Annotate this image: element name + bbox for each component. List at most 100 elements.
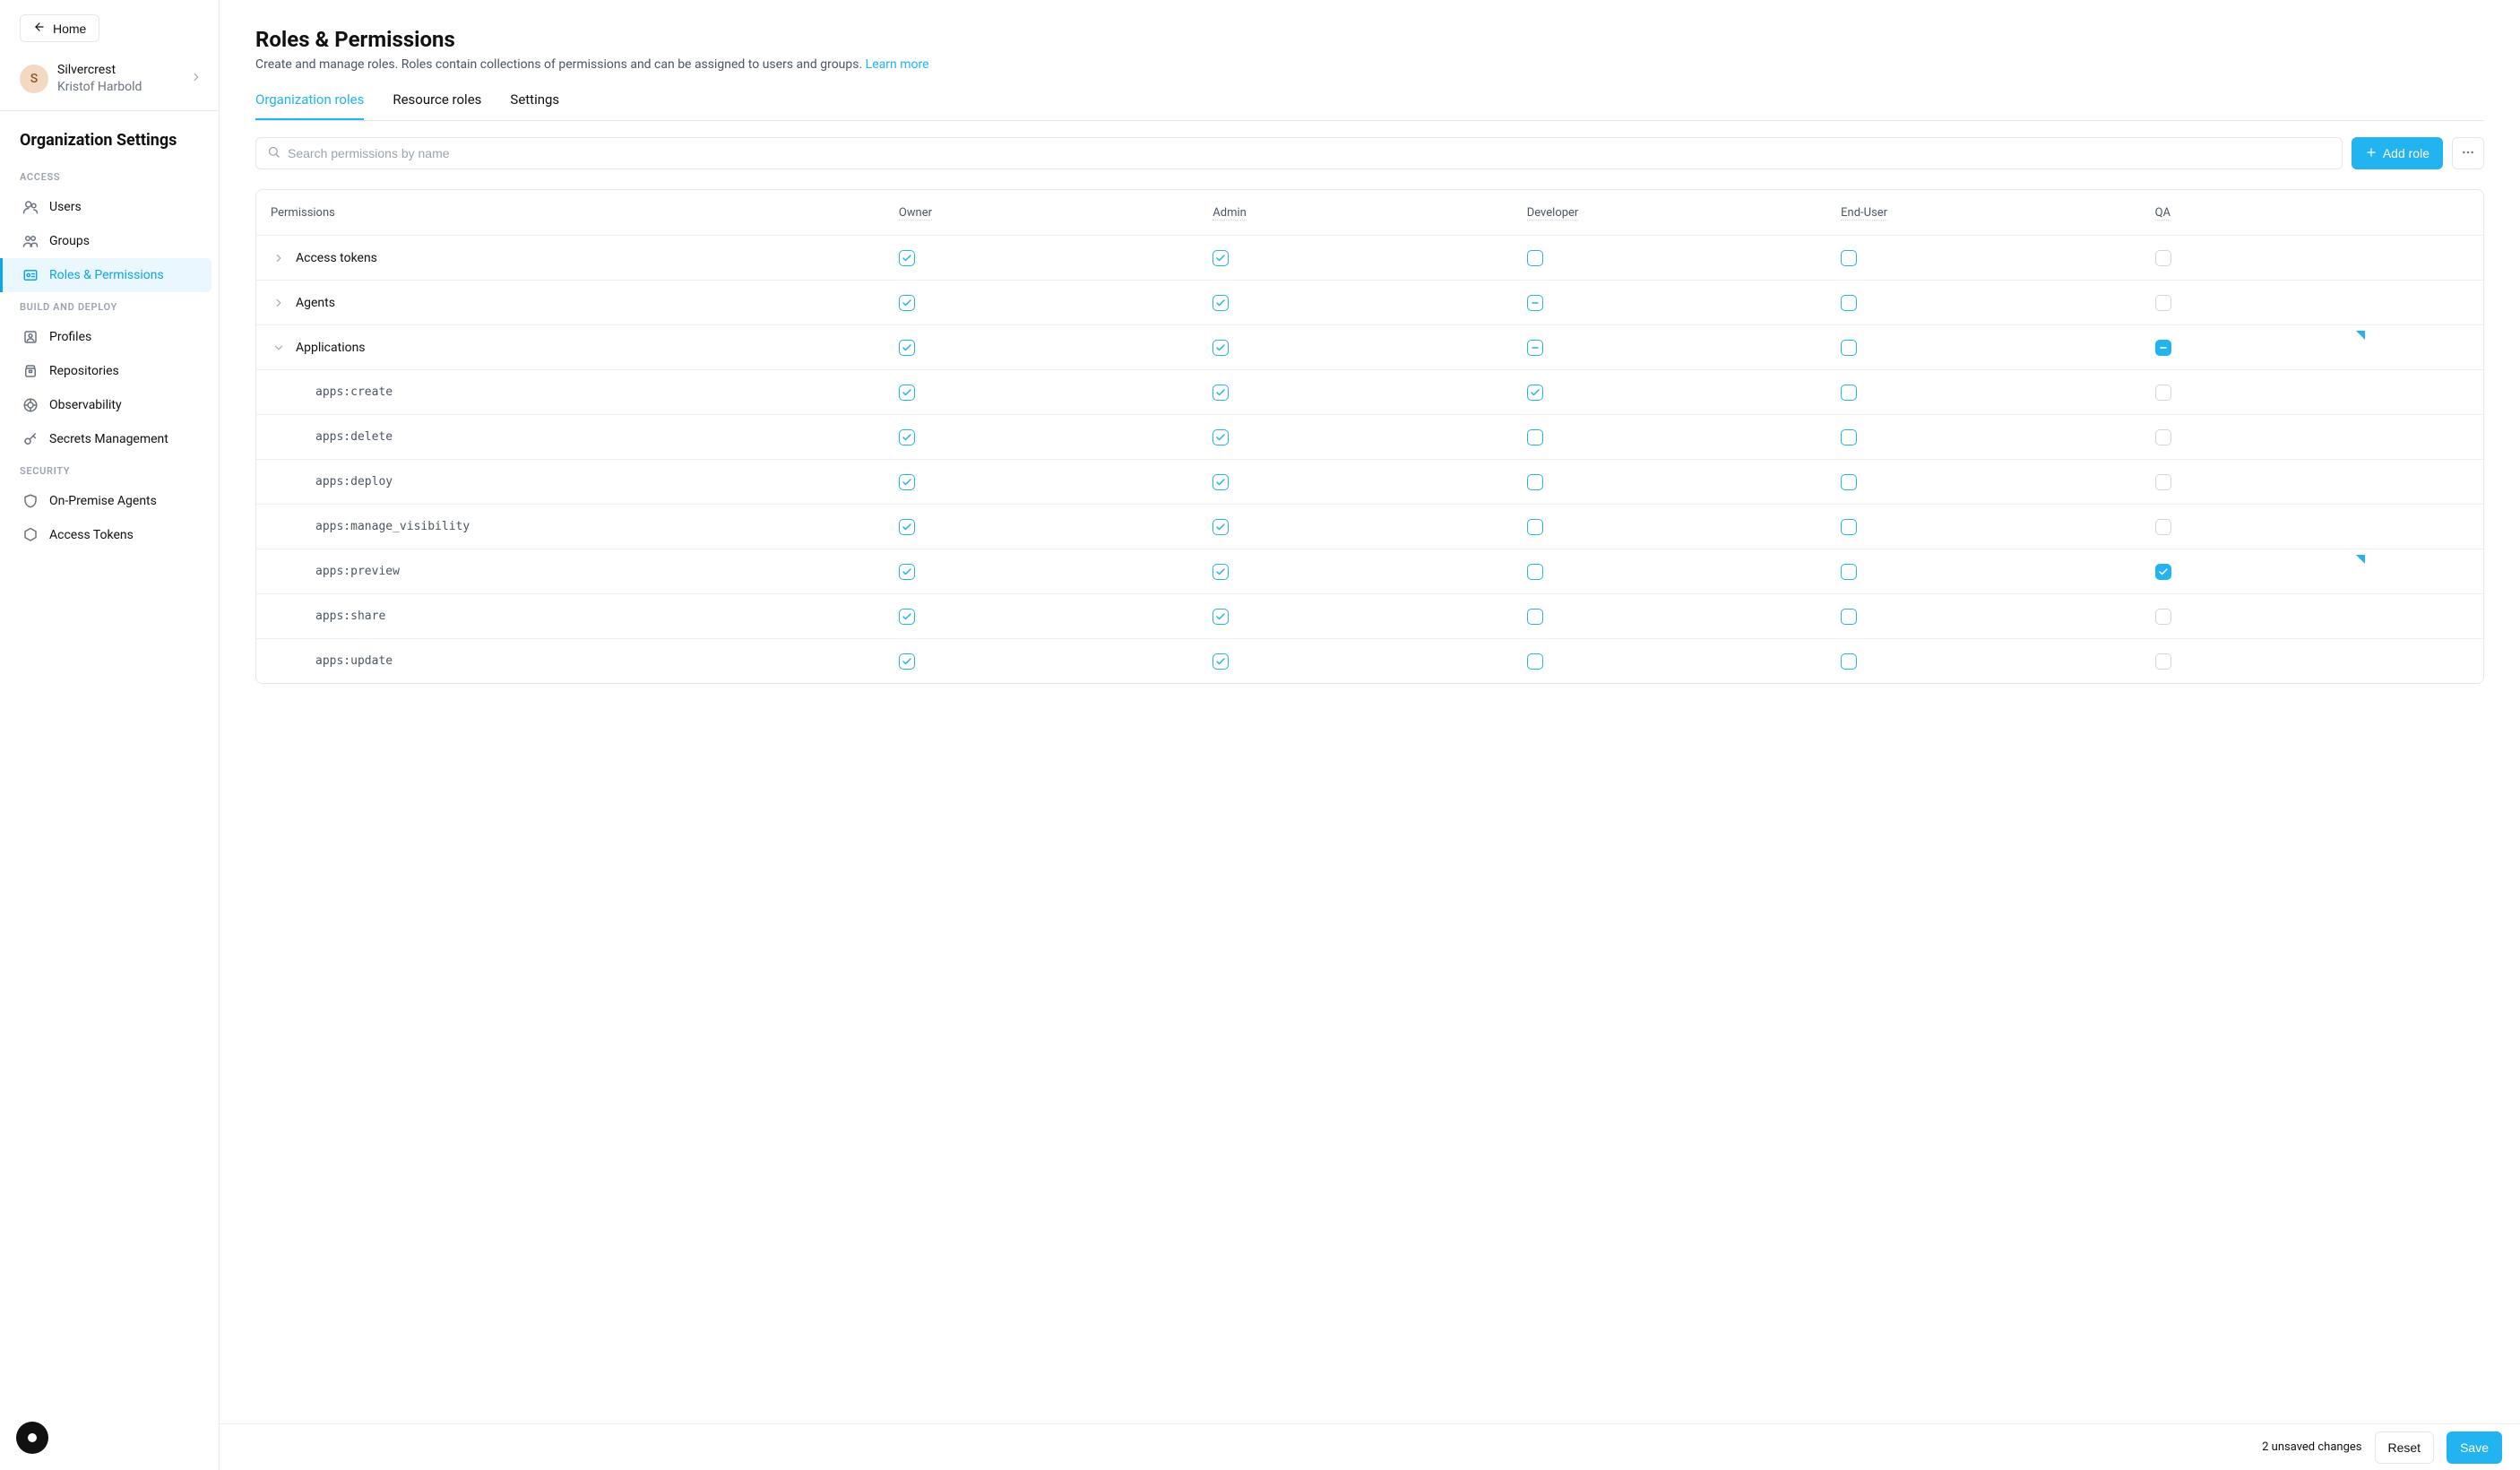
- sidebar-item-observability[interactable]: Observability: [0, 388, 211, 422]
- permission-checkbox[interactable]: [899, 474, 915, 490]
- permission-group-row: Agents: [256, 280, 2483, 324]
- permission-checkbox[interactable]: [899, 609, 915, 625]
- avatar: S: [20, 65, 48, 93]
- repo-icon: [22, 363, 39, 379]
- permission-checkbox[interactable]: [899, 340, 915, 356]
- permission-checkbox[interactable]: [1841, 519, 1857, 535]
- permission-checkbox[interactable]: [1213, 474, 1229, 490]
- permission-checkbox[interactable]: [1213, 653, 1229, 670]
- org-name: Silvercrest: [57, 62, 181, 79]
- permission-checkbox[interactable]: [1527, 250, 1543, 266]
- role-column-developer[interactable]: Developer: [1527, 206, 1579, 220]
- chevron-right-icon[interactable]: [271, 252, 287, 264]
- sidebar-item-label: Profiles: [49, 330, 91, 344]
- org-switcher[interactable]: S Silvercrest Kristof Harbold: [0, 51, 219, 110]
- permission-checkbox[interactable]: [1841, 653, 1857, 670]
- permission-checkbox[interactable]: [1841, 295, 1857, 311]
- permission-checkbox[interactable]: [1841, 250, 1857, 266]
- add-role-button[interactable]: Add role: [2352, 137, 2443, 169]
- permission-name: apps:deploy: [296, 475, 393, 489]
- home-button-label: Home: [53, 22, 86, 36]
- permission-checkbox[interactable]: [1213, 519, 1229, 535]
- permission-checkbox[interactable]: [1841, 429, 1857, 445]
- permission-checkbox[interactable]: [1527, 385, 1543, 401]
- sidebar-item-tokens[interactable]: Access Tokens: [0, 518, 211, 552]
- role-column-qa[interactable]: QA: [2155, 206, 2170, 220]
- search-input[interactable]: [288, 146, 2331, 160]
- role-column-admin[interactable]: Admin: [1213, 206, 1247, 220]
- page-title: Roles & Permissions: [255, 27, 2484, 52]
- permission-checkbox[interactable]: [2155, 429, 2171, 445]
- permission-checkbox[interactable]: [2155, 385, 2171, 401]
- permission-checkbox[interactable]: [1213, 340, 1229, 356]
- permission-checkbox[interactable]: [2155, 653, 2171, 670]
- sidebar-item-repositories[interactable]: Repositories: [0, 354, 211, 388]
- tab-resource[interactable]: Resource roles: [393, 91, 481, 120]
- chat-bubble-icon: [28, 1433, 37, 1442]
- permission-checkbox[interactable]: [1213, 429, 1229, 445]
- sidebar-item-groups[interactable]: Groups: [0, 224, 211, 258]
- permission-checkbox[interactable]: [1527, 429, 1543, 445]
- permission-checkbox[interactable]: [899, 429, 915, 445]
- sidebar-item-label: Users: [49, 200, 82, 214]
- tab-org[interactable]: Organization roles: [255, 91, 364, 120]
- permission-checkbox[interactable]: [1213, 250, 1229, 266]
- permission-checkbox[interactable]: [1527, 609, 1543, 625]
- permission-checkbox[interactable]: [2155, 609, 2171, 625]
- permission-checkbox[interactable]: [899, 519, 915, 535]
- save-button[interactable]: Save: [2447, 1431, 2502, 1464]
- users-icon: [22, 199, 39, 215]
- sidebar: Home S Silvercrest Kristof Harbold Organ…: [0, 0, 220, 1470]
- add-role-label: Add role: [2383, 146, 2429, 160]
- permission-checkbox[interactable]: [2155, 295, 2171, 311]
- permission-checkbox[interactable]: [899, 385, 915, 401]
- role-column-enduser[interactable]: End-User: [1841, 206, 1887, 220]
- sidebar-item-profiles[interactable]: Profiles: [0, 320, 211, 354]
- tab-settings[interactable]: Settings: [510, 91, 559, 120]
- permission-checkbox[interactable]: [1841, 609, 1857, 625]
- permission-checkbox[interactable]: [899, 564, 915, 580]
- permission-checkbox[interactable]: [1527, 564, 1543, 580]
- permission-checkbox[interactable]: [1841, 340, 1857, 356]
- permission-checkbox[interactable]: [1527, 295, 1543, 311]
- chevron-down-icon[interactable]: [271, 342, 287, 354]
- reset-button[interactable]: Reset: [2375, 1431, 2435, 1464]
- sidebar-item-secrets[interactable]: Secrets Management: [0, 422, 211, 456]
- permission-checkbox[interactable]: [1841, 385, 1857, 401]
- chevron-right-icon[interactable]: [271, 297, 287, 309]
- permission-checkbox[interactable]: [899, 295, 915, 311]
- permission-checkbox[interactable]: [1527, 519, 1543, 535]
- permission-name: apps:update: [296, 654, 393, 668]
- more-actions-button[interactable]: [2452, 137, 2484, 169]
- role-column-owner[interactable]: Owner: [899, 206, 932, 220]
- help-fab[interactable]: [16, 1422, 48, 1454]
- permission-checkbox[interactable]: [899, 653, 915, 670]
- permission-name: apps:share: [296, 610, 385, 623]
- sidebar-item-users[interactable]: Users: [0, 190, 211, 224]
- arrow-left-icon: [33, 21, 46, 36]
- permission-checkbox[interactable]: [1213, 385, 1229, 401]
- permission-checkbox[interactable]: [2155, 340, 2171, 356]
- permission-name: apps:preview: [296, 565, 400, 578]
- permission-checkbox[interactable]: [2155, 519, 2171, 535]
- sidebar-item-roles[interactable]: Roles & Permissions: [0, 258, 211, 292]
- home-button[interactable]: Home: [20, 14, 99, 42]
- search-input-wrap[interactable]: [255, 137, 2343, 169]
- permission-checkbox[interactable]: [1213, 609, 1229, 625]
- permission-checkbox[interactable]: [2155, 564, 2171, 580]
- permission-checkbox[interactable]: [1841, 564, 1857, 580]
- permission-checkbox[interactable]: [1527, 474, 1543, 490]
- permission-checkbox[interactable]: [2155, 474, 2171, 490]
- permission-checkbox[interactable]: [1213, 564, 1229, 580]
- sidebar-heading: Organization Settings: [0, 111, 219, 162]
- permission-checkbox[interactable]: [1527, 340, 1543, 356]
- user-name: Kristof Harbold: [57, 79, 181, 96]
- permission-checkbox[interactable]: [1841, 474, 1857, 490]
- permission-checkbox[interactable]: [1213, 295, 1229, 311]
- permission-checkbox[interactable]: [1527, 653, 1543, 670]
- permission-group-row: Applications: [256, 324, 2483, 369]
- permission-checkbox[interactable]: [2155, 250, 2171, 266]
- learn-more-link[interactable]: Learn more: [866, 57, 929, 72]
- permission-checkbox[interactable]: [899, 250, 915, 266]
- sidebar-item-onprem[interactable]: On-Premise Agents: [0, 484, 211, 518]
